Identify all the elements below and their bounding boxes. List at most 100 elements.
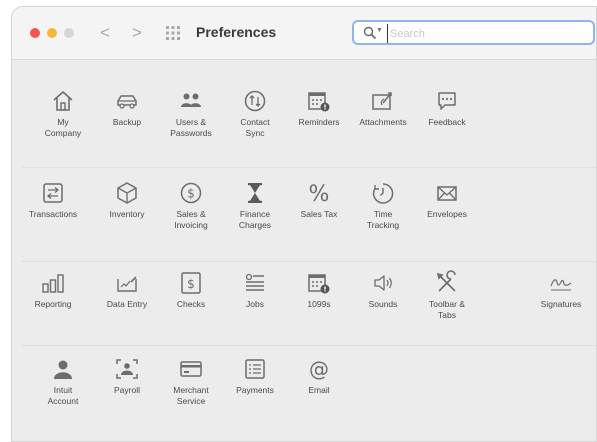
back-button[interactable]: < [100, 24, 110, 42]
pref-label: Contact Sync [240, 117, 270, 138]
calendar-alert-icon [308, 92, 330, 112]
pref-intuit-account[interactable]: Intuit Account [29, 356, 97, 406]
pref-inventory[interactable]: Inventory [93, 180, 161, 220]
search-icon [363, 26, 377, 40]
pref-signatures[interactable]: Signatures [530, 270, 592, 310]
dollar-square-icon: $ [181, 272, 201, 294]
pref-contact-sync[interactable]: Contact Sync [221, 88, 289, 138]
dollar-circle-icon: $ [180, 182, 202, 204]
pref-merchant-service[interactable]: Merchant Service [157, 356, 225, 406]
pref-label: Signatures [540, 299, 582, 309]
car-icon [117, 95, 137, 109]
pref-feedback[interactable]: Feedback [413, 88, 481, 128]
pref-label: Users & Passwords [170, 117, 212, 138]
zoom-window-button[interactable] [64, 28, 74, 38]
bar-chart-icon [42, 274, 64, 293]
envelope-icon [437, 186, 457, 201]
pref-jobs[interactable]: Jobs [221, 270, 289, 310]
pref-label: Intuit Account [47, 385, 79, 406]
svg-text:%: % [309, 182, 330, 206]
pref-my-company[interactable]: My Company [29, 88, 97, 138]
pref-payments[interactable]: Payments [221, 356, 289, 396]
pref-checks[interactable]: $ Checks [157, 270, 225, 310]
receipt-icon [245, 359, 265, 379]
users-icon [181, 93, 201, 107]
search-input[interactable] [387, 24, 592, 43]
chat-bubble-icon [438, 92, 456, 110]
pref-reporting[interactable]: Reporting [19, 270, 87, 310]
signature-icon [550, 279, 572, 291]
pref-label: Merchant Service [173, 385, 209, 406]
pref-label: Jobs [246, 299, 264, 309]
hourglass-icon [248, 183, 262, 203]
box-icon [117, 182, 137, 204]
house-icon [53, 91, 73, 111]
attachment-icon [372, 92, 392, 110]
pref-label: Reporting [34, 299, 72, 309]
pref-time-tracking[interactable]: Time Tracking [349, 180, 417, 230]
card-icon [180, 361, 202, 377]
pref-label: Data Entry [106, 299, 148, 309]
pref-label: Transactions [28, 209, 78, 219]
grid-icon[interactable] [166, 26, 180, 40]
pref-label: Finance Charges [238, 209, 272, 230]
row-divider [22, 261, 596, 262]
pref-data-entry[interactable]: Data Entry [93, 270, 161, 310]
pref-label: Sales Tax [300, 209, 338, 219]
pref-finance-charges[interactable]: Finance Charges [221, 180, 289, 230]
pref-label: Time Tracking [366, 209, 400, 230]
payroll-icon [116, 359, 138, 379]
pref-label: Email [308, 385, 330, 395]
pref-sales-invoicing[interactable]: $ Sales & Invoicing [157, 180, 225, 230]
person-icon [54, 360, 72, 379]
pref-label: Attachments [359, 117, 407, 127]
calendar-alert-icon [308, 274, 330, 294]
svg-text:$: $ [187, 277, 195, 291]
pref-backup[interactable]: Backup [93, 88, 161, 128]
at-sign-icon: @ [309, 357, 329, 381]
pref-label: Checks [176, 299, 206, 309]
pref-toolbar-tabs[interactable]: Toolbar & Tabs [413, 270, 481, 320]
preferences-pane: My Company Backup Users & Passwords Cont… [12, 60, 596, 441]
pref-users-passwords[interactable]: Users & Passwords [157, 88, 225, 138]
chevron-down-icon[interactable]: ▼ [376, 27, 383, 34]
forward-button[interactable]: > [132, 24, 142, 42]
row-divider [22, 345, 596, 346]
pref-reminders[interactable]: Reminders [285, 88, 353, 128]
pref-label: Payroll [114, 385, 140, 395]
window-title: Preferences [196, 24, 277, 40]
data-entry-icon [117, 276, 137, 292]
tools-icon [436, 270, 456, 292]
search-field[interactable]: ▼ [352, 20, 595, 45]
pref-attachments[interactable]: Attachments [349, 88, 417, 128]
pref-label: Backup [112, 117, 142, 127]
speaker-icon [374, 275, 392, 291]
percent-icon: % [309, 182, 330, 206]
list-icon [245, 273, 264, 291]
pref-envelopes[interactable]: Envelopes [413, 180, 481, 220]
pref-label: Sales & Invoicing [174, 209, 208, 230]
pref-sales-tax[interactable]: % Sales Tax [285, 180, 353, 220]
svg-text:$: $ [187, 187, 195, 201]
pref-label: Envelopes [427, 209, 467, 219]
pref-label: Reminders [298, 117, 340, 127]
svg-text:@: @ [309, 357, 329, 381]
pref-label: 1099s [307, 299, 331, 309]
row-divider [22, 167, 596, 168]
pref-label: Feedback [428, 117, 466, 127]
pref-label: Payments [236, 385, 274, 395]
pref-label: Toolbar & Tabs [429, 299, 465, 320]
pref-label: My Company [44, 117, 82, 138]
toolbar: < > Preferences ▼ [12, 7, 596, 60]
pref-1099s[interactable]: 1099s [285, 270, 353, 310]
pref-label: Sounds [368, 299, 398, 309]
pref-email[interactable]: @ Email [285, 356, 353, 396]
close-window-button[interactable] [30, 28, 40, 38]
pref-label: Inventory [109, 209, 145, 219]
pref-transactions[interactable]: Transactions [19, 180, 87, 220]
preferences-window: < > Preferences ▼ Search My Company Back… [11, 6, 597, 442]
stopwatch-icon [372, 183, 394, 204]
pref-sounds[interactable]: Sounds [349, 270, 417, 310]
minimize-window-button[interactable] [47, 28, 57, 38]
pref-payroll[interactable]: Payroll [93, 356, 161, 396]
